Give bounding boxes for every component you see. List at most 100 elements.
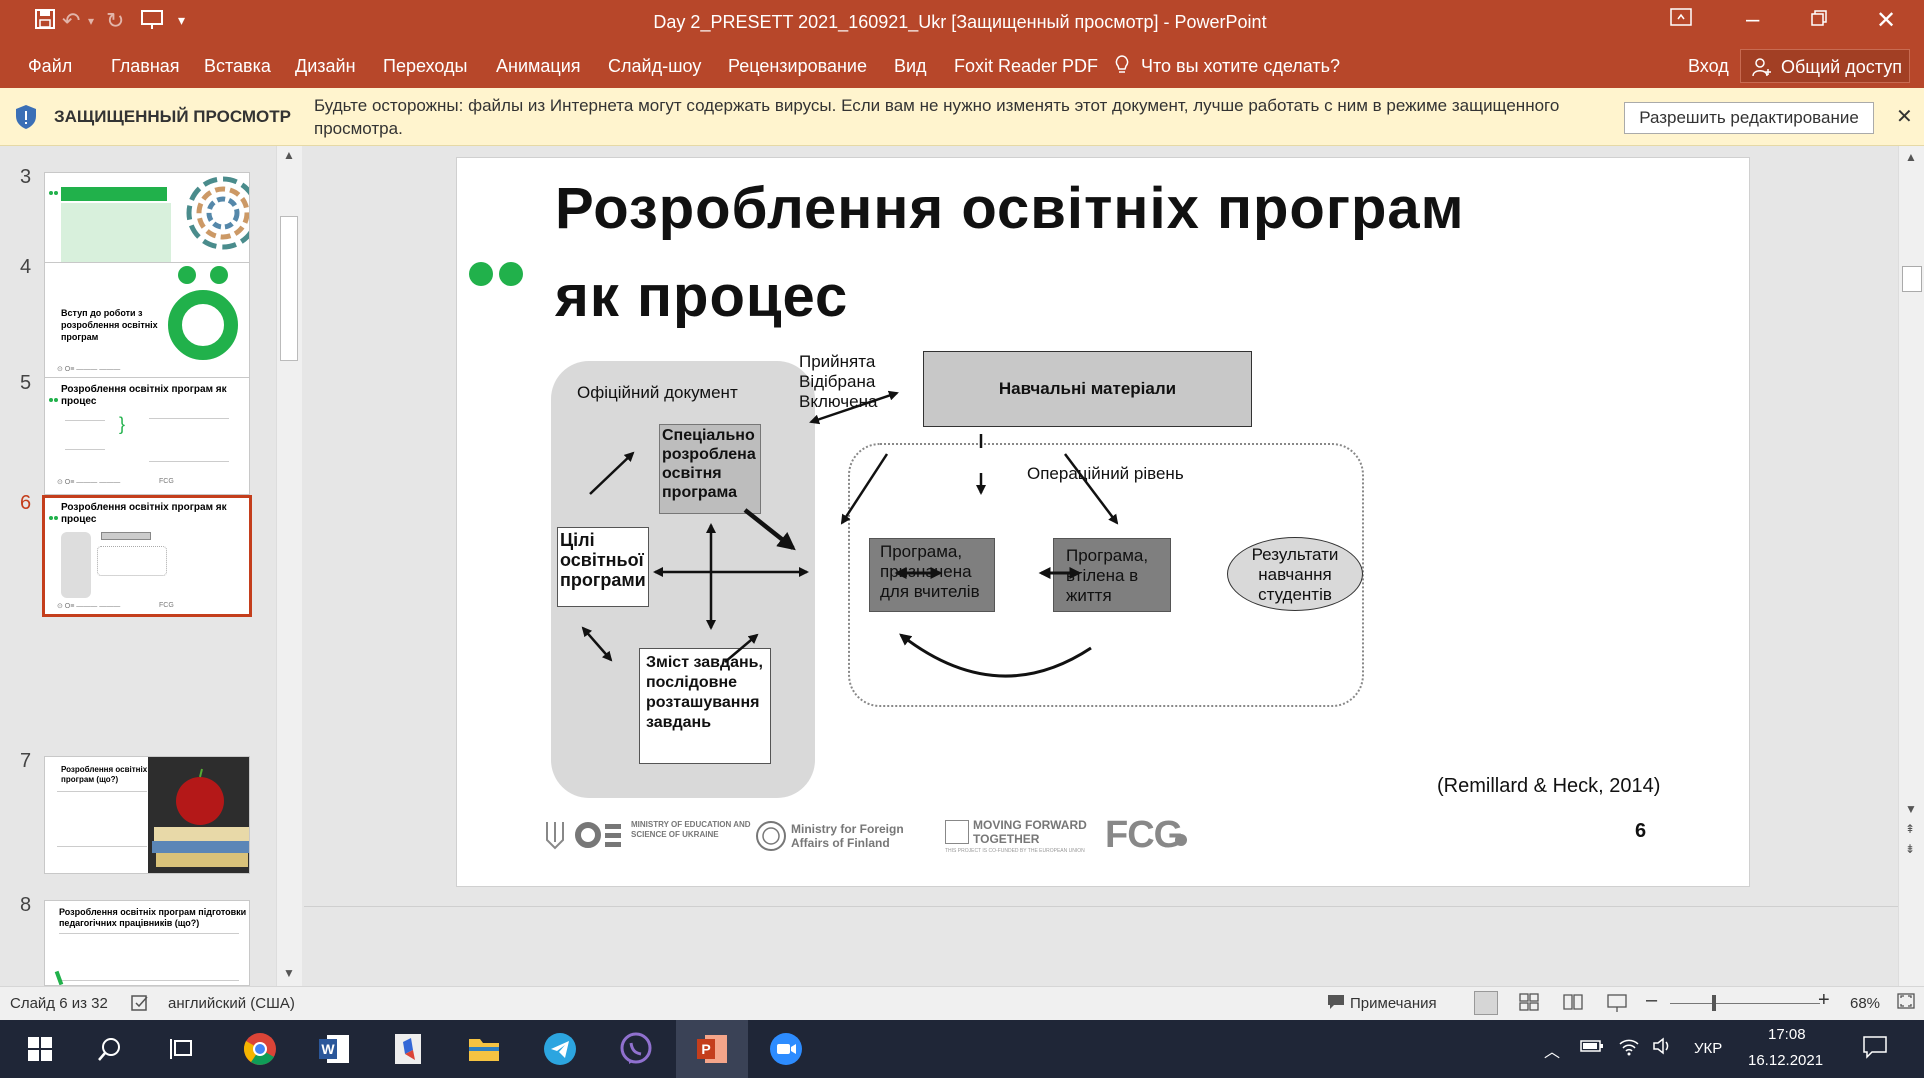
clock-date[interactable]: 16.12.2021 xyxy=(1748,1052,1823,1069)
thumb-slide-8[interactable]: Розроблення освітніх програм підготовки … xyxy=(44,900,250,986)
slide-canvas[interactable]: Розроблення освітніх програм як процес О… xyxy=(456,157,1750,887)
tab-transitions[interactable]: Переходы xyxy=(383,56,467,77)
tell-me-input[interactable]: Что вы хотите сделать? xyxy=(1141,56,1340,77)
chrome-icon[interactable] xyxy=(238,1028,282,1070)
thumb-text-lines xyxy=(57,791,147,847)
tab-slideshow[interactable]: Слайд-шоу xyxy=(608,56,701,77)
thumb-dot xyxy=(49,516,53,520)
thumb-banner xyxy=(61,187,167,201)
task-view-icon[interactable] xyxy=(160,1028,204,1070)
enable-editing-button[interactable]: Разрешить редактирование xyxy=(1624,102,1874,134)
normal-view-icon[interactable] xyxy=(1474,991,1498,1015)
zoom-out-icon[interactable]: – xyxy=(1646,989,1657,1012)
notes-button[interactable]: Примечания xyxy=(1350,995,1437,1012)
next-slide-icon[interactable]: ⇟ xyxy=(1905,842,1915,856)
save-icon[interactable] xyxy=(34,8,56,36)
file-explorer-icon[interactable] xyxy=(462,1028,506,1070)
search-icon[interactable] xyxy=(88,1028,132,1070)
thumb-text-lines xyxy=(59,933,239,981)
scroll-thumb[interactable] xyxy=(280,216,298,361)
scroll-up-icon[interactable]: ▲ xyxy=(283,148,295,162)
telegram-icon[interactable] xyxy=(538,1028,582,1070)
powerpoint-icon[interactable]: P xyxy=(690,1028,734,1070)
zoom-app-icon[interactable] xyxy=(764,1028,808,1070)
undo-icon[interactable]: ↶ xyxy=(62,8,80,34)
tab-insert[interactable]: Вставка xyxy=(204,56,271,77)
notification-icon[interactable] xyxy=(1862,1034,1888,1065)
tab-foxit[interactable]: Foxit Reader PDF xyxy=(954,56,1098,77)
prev-slide-icon[interactable]: ⇞ xyxy=(1905,822,1915,836)
fcg-dot xyxy=(1175,834,1187,846)
tab-file[interactable]: Файл xyxy=(28,56,72,77)
tray-chevron-icon[interactable]: ︿ xyxy=(1544,1038,1560,1062)
protected-view-label: ЗАЩИЩЕННЫЙ ПРОСМОТР xyxy=(54,107,291,126)
slideshow-icon[interactable] xyxy=(1606,991,1628,1017)
zoom-in-icon[interactable]: + xyxy=(1818,989,1830,1012)
thumb-footer-logos: ⊙ O≡ ——— ——— xyxy=(57,603,121,610)
thumb-title: Розроблення освітніх програм (що?) xyxy=(61,765,148,784)
input-language[interactable]: УКР xyxy=(1694,1040,1722,1057)
thumb-dot xyxy=(54,191,58,195)
zoom-level[interactable]: 68% xyxy=(1850,995,1880,1012)
fit-slide-icon[interactable] xyxy=(1896,991,1916,1015)
status-bar: Слайд 6 из 32 английский (США) Примечани… xyxy=(0,986,1924,1020)
ribbon-display-icon[interactable] xyxy=(1670,6,1692,34)
scroll-down-icon[interactable]: ▼ xyxy=(283,966,295,980)
zoom-slider-track[interactable] xyxy=(1670,1003,1820,1004)
close-icon[interactable]: ✕ xyxy=(1876,6,1896,35)
spellcheck-icon[interactable] xyxy=(130,993,150,1017)
scroll-down-icon[interactable]: ▼ xyxy=(1905,802,1917,816)
lightbulb-icon xyxy=(1114,54,1130,82)
tab-design[interactable]: Дизайн xyxy=(295,56,356,77)
battery-icon[interactable] xyxy=(1580,1038,1604,1059)
footer-logos: MINISTRY OF EDUCATION AND SCIENCE OF UKR… xyxy=(545,814,1245,858)
language-indicator[interactable]: английский (США) xyxy=(168,995,295,1012)
editor-scrollbar[interactable]: ▲ ▼ ⇞ ⇟ xyxy=(1898,146,1924,986)
eu-flag-icon xyxy=(945,820,969,844)
word-icon[interactable]: W xyxy=(312,1028,356,1070)
arrow-goals-content xyxy=(581,626,613,662)
redo-icon[interactable]: ↻ xyxy=(106,8,124,34)
clock-time[interactable]: 17:08 xyxy=(1768,1026,1806,1043)
zoom-slider-thumb[interactable] xyxy=(1712,995,1716,1011)
arrow-down-left xyxy=(840,453,889,525)
thumb-text-lines xyxy=(149,418,229,462)
fcg-logo-text: FCG xyxy=(1105,814,1183,856)
tab-animation[interactable]: Анимация xyxy=(496,56,581,77)
undo-dropdown-icon[interactable]: ▾ xyxy=(88,14,94,28)
share-button[interactable]: Общий доступ xyxy=(1740,49,1910,83)
thumb-title: Розроблення освітніх програм як процес xyxy=(61,384,227,407)
scroll-thumb[interactable] xyxy=(1902,266,1922,292)
diagram-arrows xyxy=(581,390,1119,678)
notes-icon xyxy=(1326,993,1346,1015)
signin-link[interactable]: Вход xyxy=(1688,56,1729,77)
windows-start-icon[interactable] xyxy=(18,1028,62,1070)
thumb-diagram-box xyxy=(101,532,151,540)
thumb-agenda-table xyxy=(61,203,171,267)
tab-review[interactable]: Рецензирование xyxy=(728,56,867,77)
close-bar-icon[interactable]: ✕ xyxy=(1896,104,1913,129)
thumb-slide-4[interactable]: Вступ до роботи з розроблення освітніх п… xyxy=(44,262,250,380)
minimize-icon[interactable]: – xyxy=(1746,6,1759,34)
thumb-logo-o-dots xyxy=(168,266,238,360)
shield-icon xyxy=(14,104,38,135)
installer-icon[interactable] xyxy=(386,1028,430,1070)
slide-sorter-icon[interactable] xyxy=(1518,991,1540,1017)
thumb-diagram-dotted xyxy=(97,546,167,576)
tab-home[interactable]: Главная xyxy=(111,56,180,77)
reading-view-icon[interactable] xyxy=(1562,991,1584,1017)
thumb-slide-7[interactable]: Розроблення освітніх програм (що?) xyxy=(44,756,250,874)
thumb-slide-6[interactable]: Розроблення освітніх програм як процес ⊙… xyxy=(42,495,252,617)
thumb-brace: } xyxy=(119,414,126,434)
thumb-slide-5[interactable]: Розроблення освітніх програм як процес }… xyxy=(44,377,250,495)
svg-text:P: P xyxy=(701,1041,710,1057)
tab-view[interactable]: Вид xyxy=(894,56,927,77)
maximize-icon[interactable] xyxy=(1810,6,1828,34)
scroll-up-icon[interactable]: ▲ xyxy=(1905,150,1917,164)
thumbnails-scrollbar[interactable]: ▲ ▼ xyxy=(276,146,302,986)
customize-toolbar-icon[interactable]: ▾ xyxy=(178,12,185,29)
volume-icon[interactable] xyxy=(1652,1036,1674,1061)
viber-icon[interactable] xyxy=(614,1028,658,1070)
wifi-icon[interactable] xyxy=(1618,1036,1640,1061)
present-icon[interactable] xyxy=(140,8,164,36)
